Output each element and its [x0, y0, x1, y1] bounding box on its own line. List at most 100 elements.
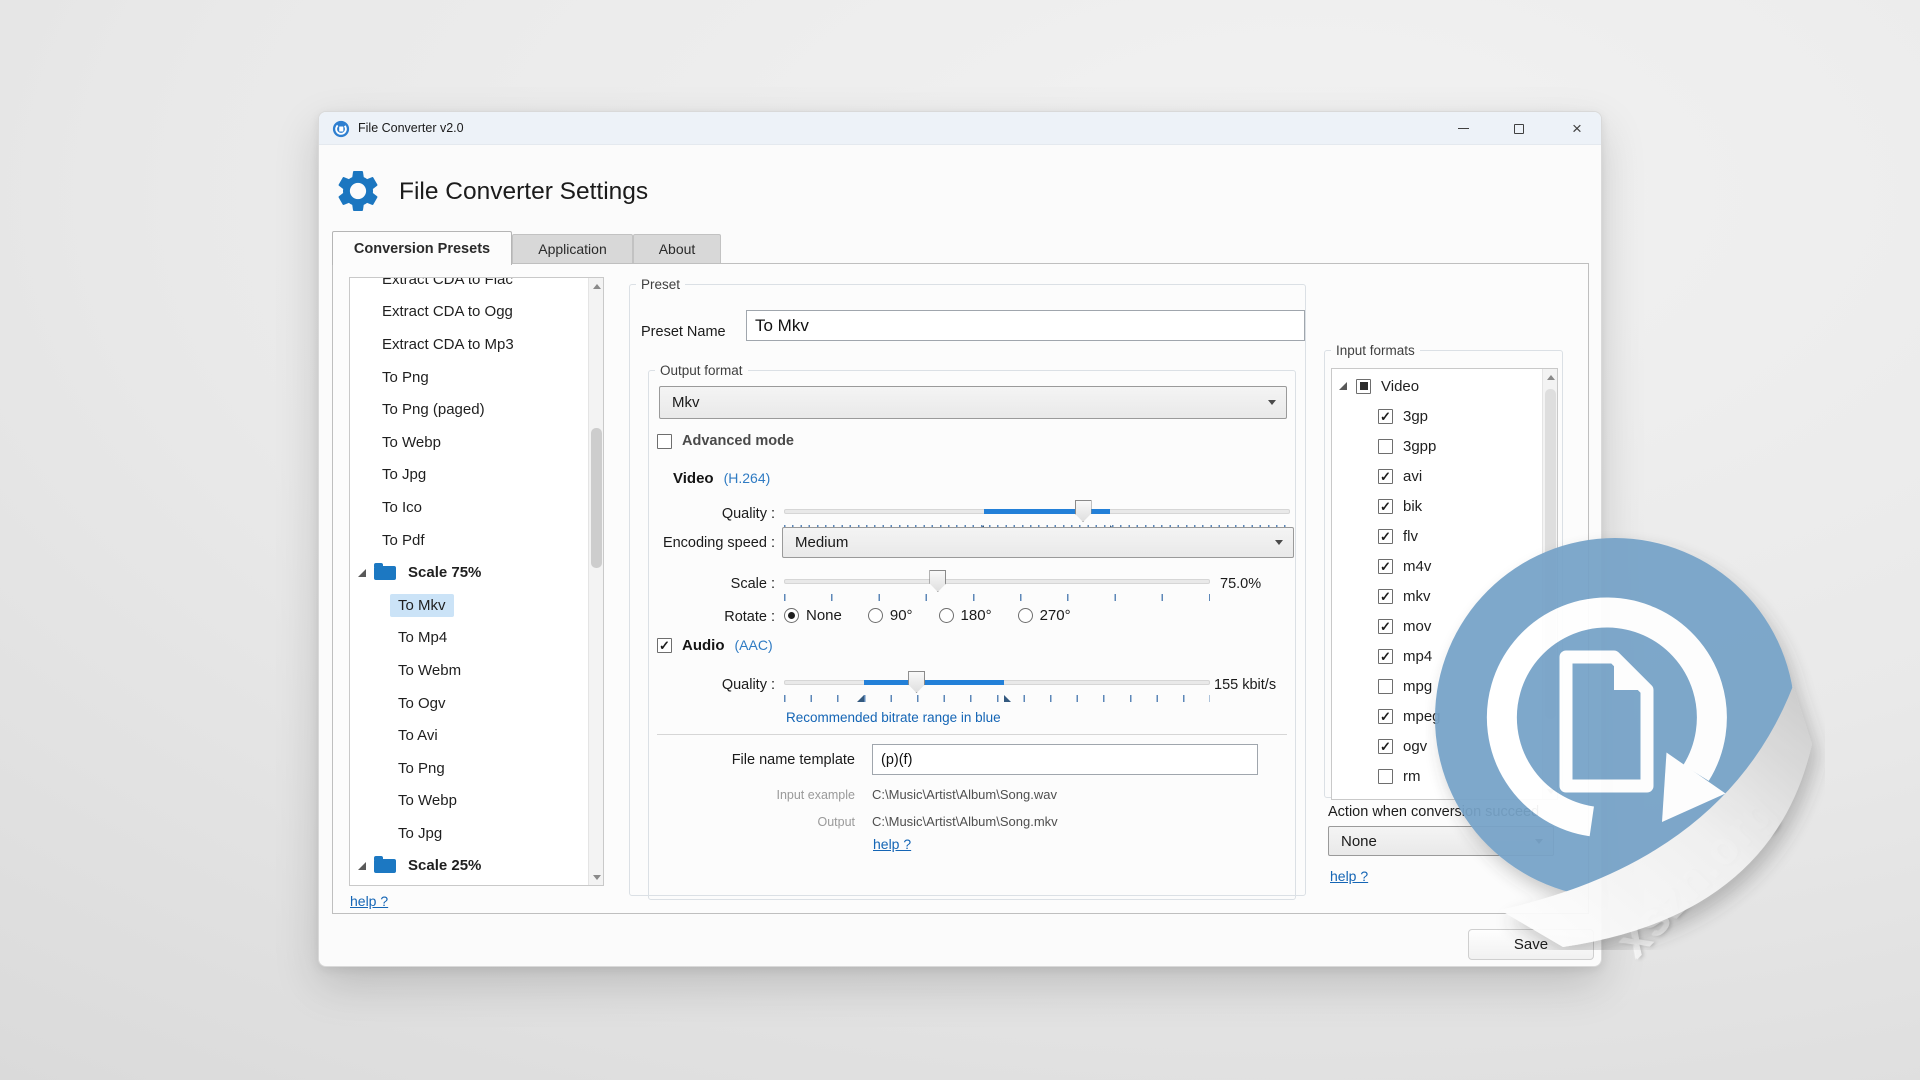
format-checkbox[interactable]: ✓: [1378, 589, 1393, 604]
format-label: flv: [1403, 528, 1418, 545]
expander-icon[interactable]: [1339, 382, 1347, 390]
slider-thumb[interactable]: [908, 671, 925, 693]
title-bar[interactable]: File Converter v2.0 ×: [319, 112, 1601, 145]
output-format-dropdown[interactable]: Mkv: [659, 386, 1287, 419]
format-item[interactable]: ✓3gp: [1332, 401, 1542, 431]
format-checkbox[interactable]: ✓: [1378, 709, 1393, 724]
format-checkbox[interactable]: ✓: [1378, 469, 1393, 484]
format-checkbox[interactable]: ✓: [1378, 619, 1393, 634]
preset-item[interactable]: To Png: [350, 752, 588, 785]
scale-slider[interactable]: [784, 570, 1210, 592]
rotate-option[interactable]: 270°: [1018, 607, 1071, 624]
scroll-thumb[interactable]: [591, 428, 602, 568]
format-checkbox[interactable]: ✓: [1378, 499, 1393, 514]
scroll-up-icon[interactable]: [589, 278, 604, 294]
format-checkbox[interactable]: ✓: [1378, 529, 1393, 544]
preset-folder[interactable]: Scale 75%: [350, 556, 588, 589]
format-root-video[interactable]: Video: [1332, 371, 1542, 401]
audio-checkbox[interactable]: ✓: [657, 638, 672, 653]
formats-scrollbar[interactable]: [1542, 369, 1557, 799]
video-root-checkbox[interactable]: [1356, 379, 1371, 394]
format-item[interactable]: ✓avi: [1332, 461, 1542, 491]
audio-quality-value: 155 kbit/s: [1214, 677, 1276, 693]
minimize-button[interactable]: [1441, 112, 1485, 145]
preset-item[interactable]: To Jpg: [350, 817, 588, 850]
preset-groupbox: Preset Preset Name Output format Mkv Adv…: [629, 277, 1306, 896]
format-checkbox[interactable]: [1378, 439, 1393, 454]
preset-item[interactable]: To Png: [350, 361, 588, 394]
template-help-link[interactable]: help ?: [873, 836, 911, 852]
preset-item[interactable]: To Mkv: [350, 589, 588, 622]
format-item[interactable]: rm: [1332, 761, 1542, 791]
preset-item[interactable]: Extract CDA to Mp3: [350, 328, 588, 361]
preset-item[interactable]: To Pdf: [350, 524, 588, 557]
action-label: Action when conversion succeed: [1328, 804, 1539, 820]
preset-item[interactable]: Extract CDA to Flac: [350, 278, 588, 296]
presets-help-link[interactable]: help ?: [350, 893, 388, 909]
format-checkbox[interactable]: [1378, 679, 1393, 694]
video-quality-slider[interactable]: [784, 500, 1290, 522]
scroll-thumb[interactable]: [1545, 389, 1556, 719]
audio-codec-label: (AAC): [735, 637, 773, 653]
preset-item[interactable]: To Png (paged): [350, 393, 588, 426]
preset-item[interactable]: To Jpg: [350, 459, 588, 492]
audio-quality-slider[interactable]: [784, 671, 1210, 693]
format-label: mpg: [1403, 678, 1432, 695]
scroll-down-icon[interactable]: [589, 869, 604, 885]
format-item[interactable]: ✓mp4: [1332, 641, 1542, 671]
rotate-option[interactable]: None: [784, 607, 842, 624]
format-item[interactable]: ✓m4v: [1332, 551, 1542, 581]
preset-item[interactable]: To Ico: [350, 491, 588, 524]
scroll-up-icon[interactable]: [1543, 369, 1558, 385]
preset-item[interactable]: To Ogv: [350, 687, 588, 720]
preset-item[interactable]: Extract CDA to Ogg: [350, 296, 588, 329]
advanced-mode-checkbox[interactable]: [657, 434, 672, 449]
format-item[interactable]: ✓mov: [1332, 611, 1542, 641]
action-dropdown[interactable]: None: [1328, 826, 1554, 856]
format-item[interactable]: mpg: [1332, 671, 1542, 701]
format-item[interactable]: ✓ flv: [1332, 521, 1542, 551]
format-checkbox[interactable]: ✓: [1378, 739, 1393, 754]
encoding-speed-dropdown[interactable]: Medium: [782, 527, 1294, 558]
radio-icon[interactable]: [939, 608, 954, 623]
format-item[interactable]: ✓mkv: [1332, 581, 1542, 611]
scroll-down-icon[interactable]: [1543, 783, 1558, 799]
preset-folder[interactable]: Scale 25%: [350, 850, 588, 883]
rotate-option[interactable]: 90°: [868, 607, 913, 624]
preset-item[interactable]: To Webp: [350, 426, 588, 459]
format-item[interactable]: ✓mpeg: [1332, 701, 1542, 731]
save-button[interactable]: Save: [1468, 929, 1594, 960]
radio-icon[interactable]: [1018, 608, 1033, 623]
close-button[interactable]: ×: [1555, 112, 1599, 145]
maximize-button[interactable]: [1497, 112, 1541, 145]
expander-icon[interactable]: [358, 862, 366, 870]
file-name-template-input[interactable]: [872, 744, 1258, 775]
preset-name-input[interactable]: [746, 310, 1305, 341]
watermark-text: xszn.org: [1606, 782, 1787, 967]
preset-list-scrollbar[interactable]: [588, 278, 603, 885]
format-checkbox[interactable]: ✓: [1378, 409, 1393, 424]
preset-item-label: To Jpg: [374, 463, 434, 486]
radio-icon[interactable]: [784, 608, 799, 623]
tab-application[interactable]: Application: [512, 234, 633, 263]
expander-icon[interactable]: [358, 569, 366, 577]
format-checkbox[interactable]: ✓: [1378, 559, 1393, 574]
slider-thumb[interactable]: [929, 570, 946, 592]
preset-item[interactable]: To Mp4: [350, 622, 588, 655]
format-item[interactable]: ✓ogv: [1332, 731, 1542, 761]
preset-item[interactable]: To Webm: [350, 654, 588, 687]
slider-thumb[interactable]: [1075, 500, 1092, 522]
format-checkbox[interactable]: ✓: [1378, 649, 1393, 664]
radio-icon[interactable]: [868, 608, 883, 623]
tab-conversion-presets[interactable]: Conversion Presets: [332, 231, 512, 265]
format-item[interactable]: ✓bik: [1332, 491, 1542, 521]
tab-about[interactable]: About: [633, 234, 721, 263]
formats-help-link[interactable]: help ?: [1330, 868, 1368, 884]
preset-item-label: To Png: [390, 757, 453, 780]
preset-item[interactable]: To Avi: [350, 719, 588, 752]
encoding-speed-value: Medium: [795, 534, 848, 551]
format-item[interactable]: 3gpp: [1332, 431, 1542, 461]
preset-item[interactable]: To Webp: [350, 785, 588, 818]
rotate-option[interactable]: 180°: [939, 607, 992, 624]
format-checkbox[interactable]: [1378, 769, 1393, 784]
